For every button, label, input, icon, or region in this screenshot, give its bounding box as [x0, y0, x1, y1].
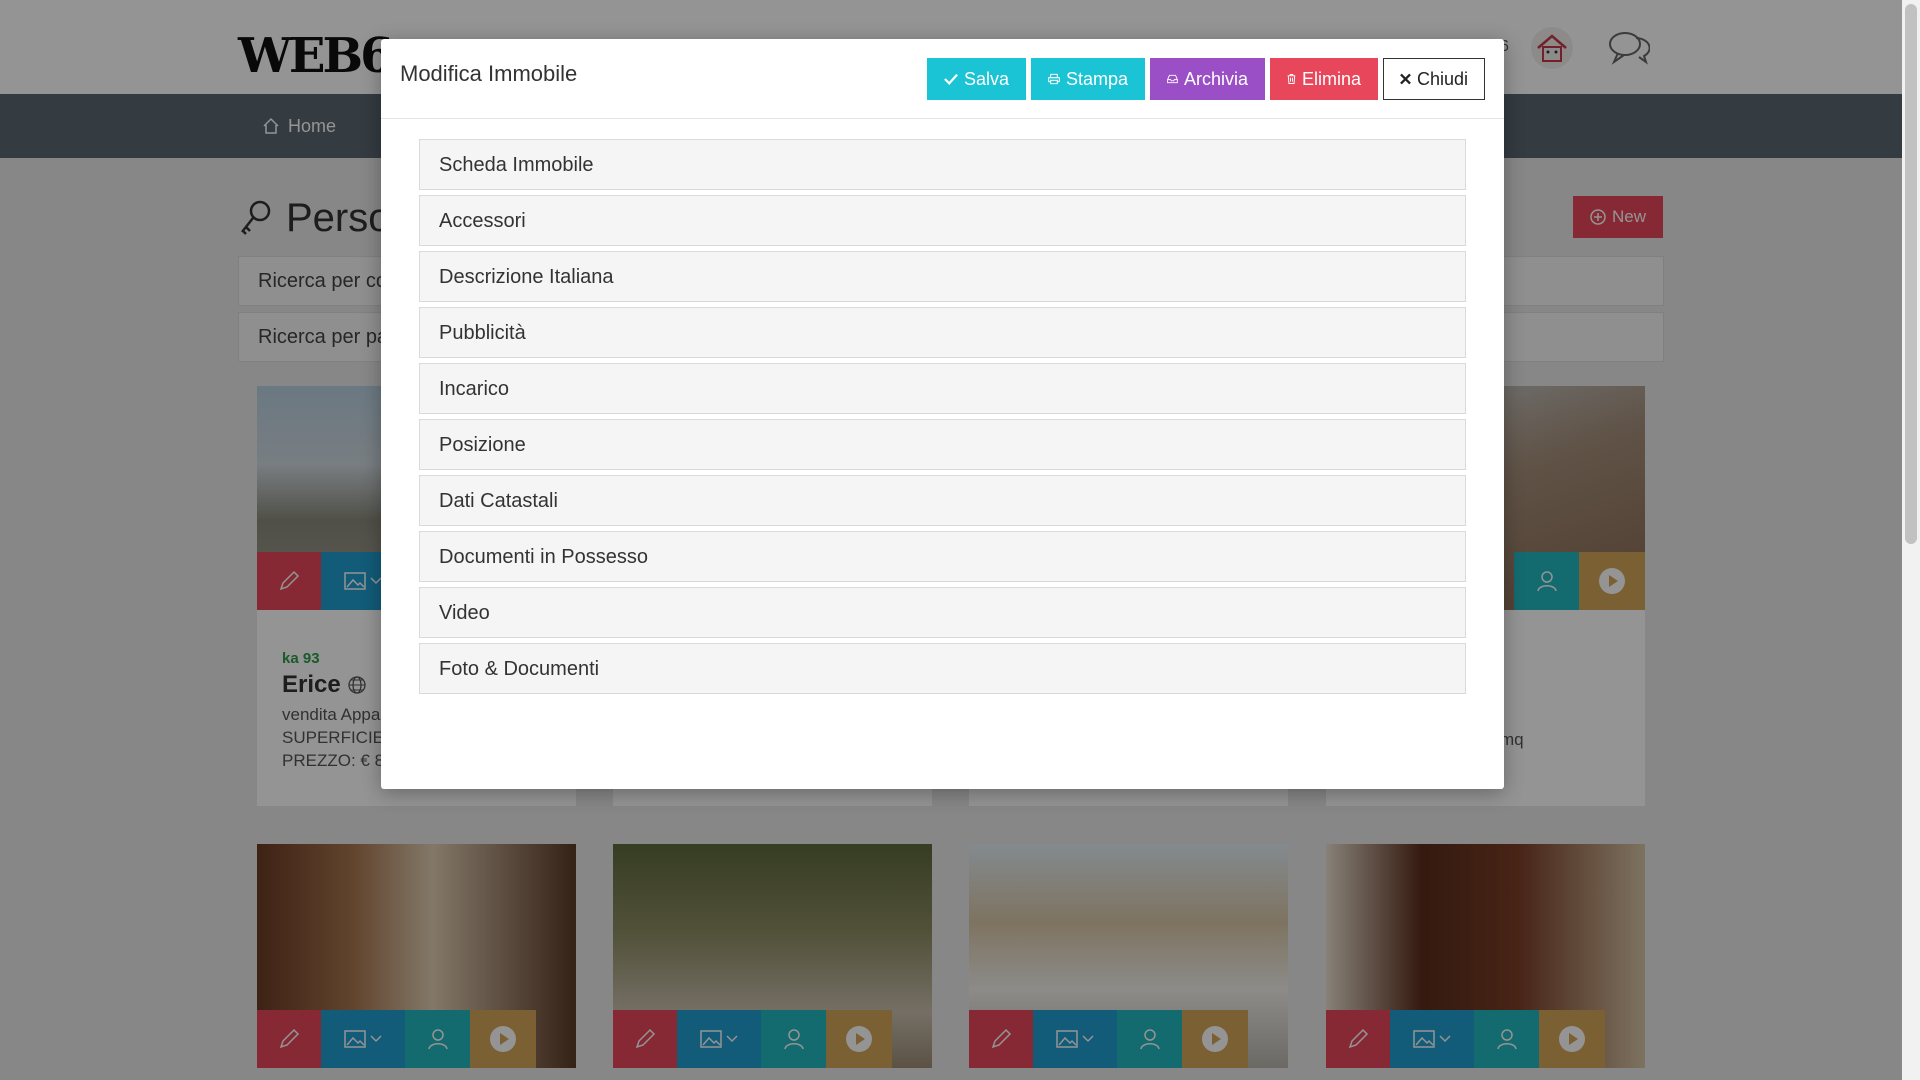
print-icon [1048, 73, 1060, 85]
section-video[interactable]: Video [419, 587, 1466, 638]
archive-button[interactable]: Archivia [1150, 58, 1265, 100]
save-button[interactable]: Salva [927, 58, 1026, 100]
print-button[interactable]: Stampa [1031, 58, 1145, 100]
section-posizione[interactable]: Posizione [419, 419, 1466, 470]
check-icon [944, 73, 958, 85]
inbox-icon [1167, 74, 1178, 84]
modal-title: Modifica Immobile [400, 61, 578, 86]
section-foto-documenti[interactable]: Foto & Documenti [419, 643, 1466, 694]
scrollbar-thumb[interactable] [1905, 4, 1917, 544]
close-icon [1400, 73, 1411, 85]
delete-button-label: Elimina [1301, 68, 1361, 89]
page-scrollbar[interactable] [1902, 0, 1920, 1080]
print-button-label: Stampa [1065, 68, 1128, 89]
close-button-label: Chiudi [1416, 68, 1468, 89]
edit-property-modal: Modifica Immobile Salva Stampa Archivia … [381, 39, 1504, 789]
modal-header: Modifica Immobile Salva Stampa Archivia … [381, 39, 1504, 119]
section-incarico[interactable]: Incarico [419, 363, 1466, 414]
section-scheda-immobile[interactable]: Scheda Immobile [419, 139, 1466, 190]
trash-icon [1287, 74, 1296, 84]
section-list: Scheda Immobile Accessori Descrizione It… [419, 139, 1466, 699]
save-button-label: Salva [963, 68, 1009, 89]
section-pubblicita[interactable]: Pubblicità [419, 307, 1466, 358]
section-dati-catastali[interactable]: Dati Catastali [419, 475, 1466, 526]
section-documenti-in-possesso[interactable]: Documenti in Possesso [419, 531, 1466, 582]
section-accessori[interactable]: Accessori [419, 195, 1466, 246]
close-button[interactable]: Chiudi [1383, 58, 1485, 100]
archive-button-label: Archivia [1183, 68, 1248, 89]
section-descrizione-italiana[interactable]: Descrizione Italiana [419, 251, 1466, 302]
delete-button[interactable]: Elimina [1270, 58, 1378, 100]
